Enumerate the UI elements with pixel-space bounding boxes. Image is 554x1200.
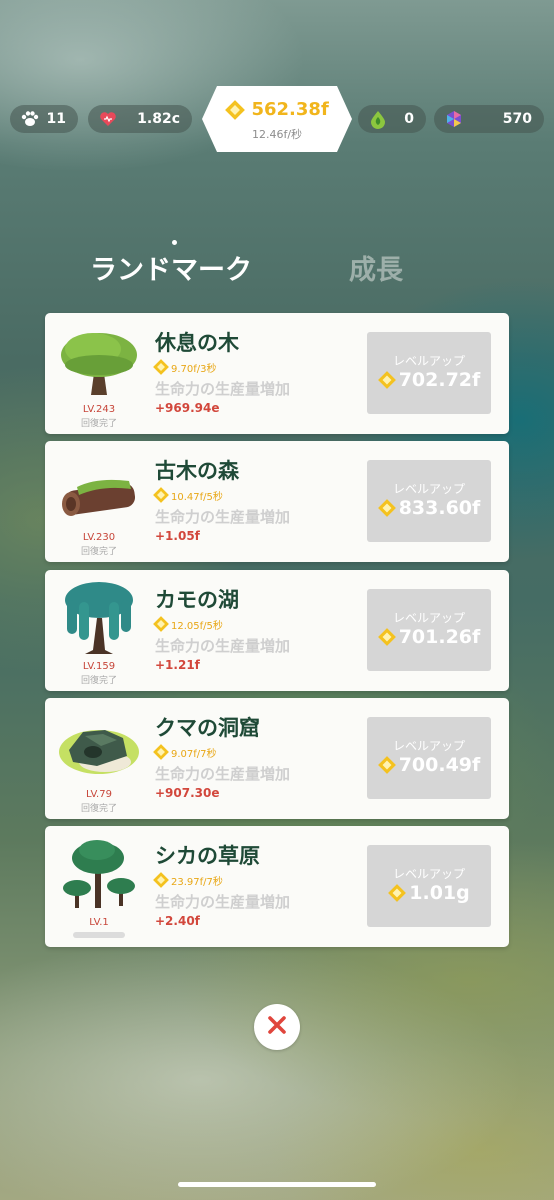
bonus-value: +969.94e <box>155 401 220 415</box>
coin-icon <box>377 371 396 389</box>
leaf-drop-icon <box>368 109 388 129</box>
status-label: 回復完了 <box>80 804 117 814</box>
production-rate-text: 9.70f/3秒 <box>171 363 217 375</box>
tab-growth[interactable]: 成長 <box>349 248 403 287</box>
coin-amount: 562.38f <box>251 99 329 120</box>
close-button[interactable] <box>254 1004 300 1050</box>
coin-icon <box>377 628 396 646</box>
rest-tree-icon <box>57 321 141 399</box>
production-rate: 9.07f/7秒 <box>153 744 217 760</box>
level-up-cost: 1.01g <box>367 882 491 904</box>
production-rate: 10.47f/5秒 <box>153 487 223 503</box>
coin-icon <box>153 744 169 760</box>
level-up-button[interactable]: レベルアップ 700.49f <box>367 717 491 799</box>
bear-cave-icon <box>57 706 141 784</box>
tab-bar: ランドマーク 成長 <box>0 248 554 288</box>
level-label: LV.1 <box>89 917 109 928</box>
heart-value: 1.82c <box>137 111 180 127</box>
level-up-cost-text: 701.26f <box>398 626 481 648</box>
landmark-name: クマの洞窟 <box>155 716 260 740</box>
level-up-button[interactable]: レベルアップ 701.26f <box>367 589 491 671</box>
home-indicator[interactable] <box>178 1182 376 1187</box>
bonus-value: +907.30e <box>155 786 220 800</box>
landmark-description: 生命力の生産量増加 <box>155 765 291 783</box>
willow-tree-icon <box>57 578 141 656</box>
production-rate-text: 9.07f/7秒 <box>171 748 217 760</box>
level-label: LV.230 <box>82 532 116 543</box>
coin-rate: 12.46f/秒 <box>251 128 303 141</box>
coin-icon <box>153 487 169 503</box>
gem-counter[interactable]: 570 <box>434 105 544 133</box>
restore-progress-bar <box>73 932 125 938</box>
level-up-button[interactable]: レベルアップ 1.01g <box>367 845 491 927</box>
gem-value: 570 <box>502 111 532 127</box>
close-icon <box>267 1015 287 1039</box>
level-up-cost: 701.26f <box>367 626 491 648</box>
landmark-card[interactable]: LV.230 回復完了 古木の森 10.47f/5秒 生命力の生産量増加 +1.… <box>45 441 509 562</box>
level-up-cost: 833.60f <box>367 497 491 519</box>
paw-icon <box>20 109 40 129</box>
status-label: 回復完了 <box>80 547 117 557</box>
production-rate-text: 12.05f/5秒 <box>171 620 223 632</box>
production-rate: 23.97f/7秒 <box>153 872 223 888</box>
coin-counter[interactable]: 562.38f 12.46f/秒 <box>202 86 352 152</box>
paw-value: 11 <box>46 111 66 127</box>
bonus-value: +1.05f <box>155 529 200 543</box>
level-up-label: レベルアップ <box>392 867 465 881</box>
old-log-icon <box>57 449 141 527</box>
level-up-button[interactable]: レベルアップ 833.60f <box>367 460 491 542</box>
landmark-name: 休息の木 <box>155 331 239 355</box>
leaf-value: 0 <box>404 111 414 127</box>
level-label: LV.79 <box>86 789 112 800</box>
leaf-counter[interactable]: 0 <box>358 105 426 133</box>
production-rate: 9.70f/3秒 <box>153 359 217 375</box>
coin-amount-row: 562.38f <box>202 99 352 120</box>
level-up-cost-text: 1.01g <box>409 882 470 904</box>
production-rate: 12.05f/5秒 <box>153 616 223 632</box>
status-label: 回復完了 <box>80 419 117 429</box>
coin-icon <box>153 359 169 375</box>
level-up-cost-text: 702.72f <box>398 369 481 391</box>
level-up-label: レベルアップ <box>392 354 465 368</box>
landmark-card[interactable]: LV.159 回復完了 カモの湖 12.05f/5秒 生命力の生産量増加 +1.… <box>45 570 509 691</box>
production-rate-text: 10.47f/5秒 <box>171 491 223 503</box>
landmark-card[interactable]: LV.1 シカの草原 23.97f/7秒 生命力の生産量増加 +2.40f レベ… <box>45 826 509 947</box>
landmark-card[interactable]: LV.243 回復完了 休息の木 9.70f/3秒 生命力の生産量増加 +969… <box>45 313 509 434</box>
landmark-description: 生命力の生産量増加 <box>155 380 291 398</box>
level-up-label: レベルアップ <box>392 611 465 625</box>
level-up-label: レベルアップ <box>392 739 465 753</box>
paw-counter[interactable]: 11 <box>10 105 78 133</box>
meadow-trees-icon <box>57 834 141 912</box>
level-up-cost: 700.49f <box>367 754 491 776</box>
level-label: LV.243 <box>82 404 116 415</box>
coin-icon <box>225 100 246 120</box>
landmark-name: カモの湖 <box>155 588 239 612</box>
production-rate-text: 23.97f/7秒 <box>171 876 223 888</box>
level-up-button[interactable]: レベルアップ 702.72f <box>367 332 491 414</box>
coin-icon <box>388 884 407 902</box>
landmark-name: シカの草原 <box>155 844 260 868</box>
status-label: 回復完了 <box>80 676 117 686</box>
landmark-description: 生命力の生産量増加 <box>155 893 291 911</box>
coin-icon <box>377 756 396 774</box>
gem-icon <box>444 109 464 129</box>
landmark-description: 生命力の生産量増加 <box>155 508 291 526</box>
tab-indicator-dot <box>172 240 177 245</box>
heart-icon <box>98 109 118 129</box>
heart-counter[interactable]: 1.82c <box>88 105 192 133</box>
level-up-label: レベルアップ <box>392 482 465 496</box>
tab-landmark[interactable]: ランドマーク <box>90 248 252 287</box>
bonus-value: +2.40f <box>155 914 200 928</box>
level-up-cost-text: 833.60f <box>398 497 481 519</box>
landmark-name: 古木の森 <box>155 459 239 483</box>
bonus-value: +1.21f <box>155 658 200 672</box>
level-label: LV.159 <box>82 661 116 672</box>
landmark-card[interactable]: LV.79 回復完了 クマの洞窟 9.07f/7秒 生命力の生産量増加 +907… <box>45 698 509 819</box>
coin-icon <box>153 616 169 632</box>
landmark-description: 生命力の生産量増加 <box>155 637 291 655</box>
coin-icon <box>153 872 169 888</box>
level-up-cost-text: 700.49f <box>398 754 481 776</box>
level-up-cost: 702.72f <box>367 369 491 391</box>
coin-icon <box>377 499 396 517</box>
